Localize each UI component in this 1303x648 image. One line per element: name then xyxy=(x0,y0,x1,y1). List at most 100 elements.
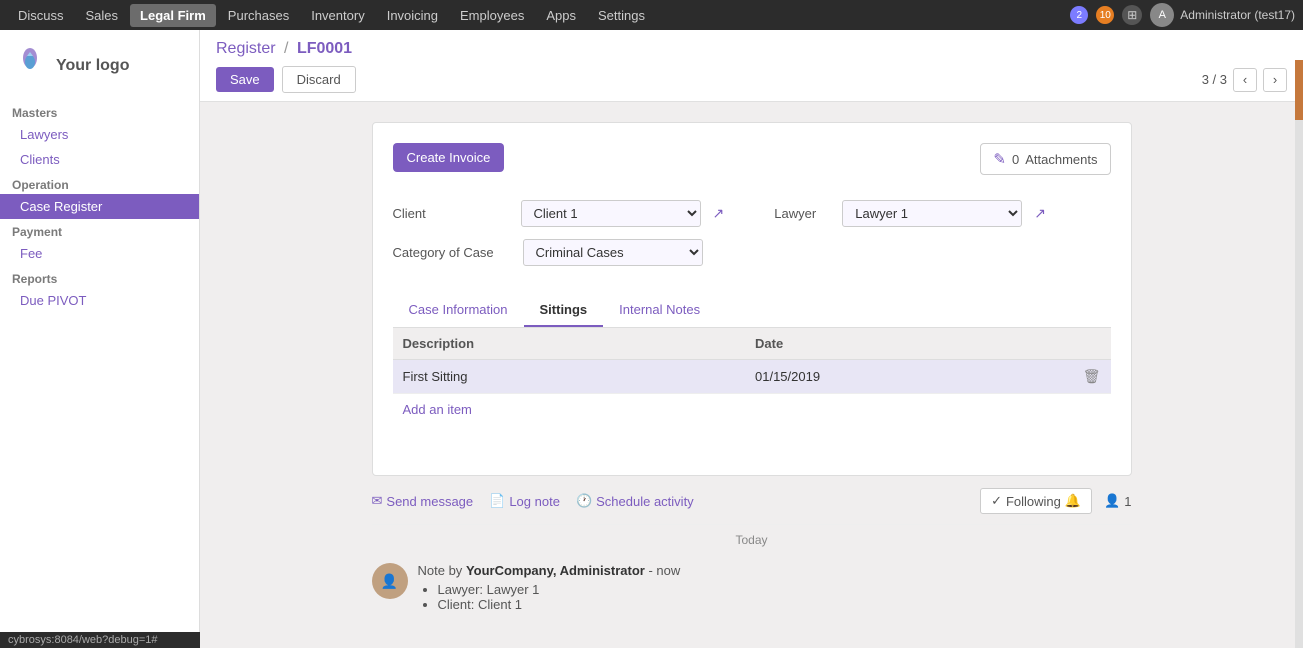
breadcrumb-current: LF0001 xyxy=(297,40,352,57)
breadcrumb-parent[interactable]: Register xyxy=(216,40,276,57)
lawyer-label: Lawyer xyxy=(774,206,834,221)
tab-internal-notes[interactable]: Internal Notes xyxy=(603,294,716,327)
nav-item-inventory[interactable]: Inventory xyxy=(301,4,374,27)
log-note-icon: 📄 xyxy=(489,493,505,509)
sittings-table: Description Date First Sitting 01/15/201… xyxy=(393,328,1111,394)
nav-right: 2 10 ⊞ A Administrator (test17) xyxy=(1070,3,1295,27)
tab-case-information[interactable]: Case Information xyxy=(393,294,524,327)
save-button[interactable]: Save xyxy=(216,67,274,92)
sidebar: Your logo Masters Lawyers Clients Operat… xyxy=(0,30,200,648)
note-bullets: Lawyer: Lawyer 1 Client: Client 1 xyxy=(438,582,681,612)
note-by-text: Note by xyxy=(418,563,463,578)
lawyer-select[interactable]: Lawyer 1 xyxy=(842,200,1022,227)
scrollbar-thumb[interactable] xyxy=(1295,60,1303,120)
pagination-text: 3 / 3 xyxy=(1202,72,1227,87)
attachments-label: Attachments xyxy=(1025,152,1097,167)
chatter-right: ✓ Following 🔔 👤 1 xyxy=(980,488,1131,514)
form-card: Create Invoice ✎ 0 Attachments Client Cl… xyxy=(372,122,1132,476)
pagination: 3 / 3 ‹ › xyxy=(1202,68,1287,92)
bell-icon: 🔔 xyxy=(1065,493,1081,509)
note-avatar: 👤 xyxy=(372,563,408,599)
sidebar-item-case-register[interactable]: Case Register xyxy=(0,194,199,219)
section-masters: Masters xyxy=(0,100,199,122)
nav-item-discuss[interactable]: Discuss xyxy=(8,4,74,27)
toolbar: Save Discard 3 / 3 ‹ › xyxy=(216,66,1287,101)
section-operation: Operation xyxy=(0,172,199,194)
attachments-button[interactable]: ✎ 0 Attachments xyxy=(980,143,1110,175)
checkmark-icon: ✓ xyxy=(991,493,1002,509)
col-actions xyxy=(1073,328,1111,360)
create-invoice-button[interactable]: Create Invoice xyxy=(393,143,505,172)
lawyer-field-group: Lawyer Lawyer 1 ↗ xyxy=(754,200,1046,227)
activity-badge[interactable]: 10 xyxy=(1096,6,1114,24)
tab-sittings[interactable]: Sittings xyxy=(524,294,604,327)
nav-item-legal-firm[interactable]: Legal Firm xyxy=(130,4,216,27)
user-menu[interactable]: A Administrator (test17) xyxy=(1150,3,1295,27)
sidebar-item-lawyers[interactable]: Lawyers xyxy=(0,122,199,147)
send-message-icon: ✉ xyxy=(372,493,383,509)
nav-item-settings[interactable]: Settings xyxy=(588,4,655,27)
grid-icon[interactable]: ⊞ xyxy=(1122,5,1142,25)
client-select[interactable]: Client 1 xyxy=(521,200,701,227)
sidebar-item-due-pivot[interactable]: Due PIVOT xyxy=(0,288,199,313)
next-page-button[interactable]: › xyxy=(1263,68,1287,92)
client-external-link-icon[interactable]: ↗ xyxy=(713,205,725,222)
log-note-button[interactable]: 📄 Log note xyxy=(489,493,560,509)
client-field-group: Client Client 1 ↗ xyxy=(393,200,725,227)
form-tabs: Case Information Sittings Internal Notes xyxy=(393,294,1111,328)
col-date: Date xyxy=(745,328,1073,360)
form-fields: Client Client 1 ↗ Lawyer Lawyer 1 ↗ xyxy=(393,200,1111,278)
lawyer-external-link-icon[interactable]: ↗ xyxy=(1034,205,1046,222)
user-name: Administrator (test17) xyxy=(1180,8,1295,22)
chatter-today-divider: Today xyxy=(372,524,1132,555)
content-header: Register / LF0001 Save Discard 3 / 3 ‹ › xyxy=(200,30,1303,102)
section-reports: Reports xyxy=(0,266,199,288)
nav-item-sales[interactable]: Sales xyxy=(76,4,129,27)
sidebar-item-fee[interactable]: Fee xyxy=(0,241,199,266)
discuss-badge[interactable]: 2 xyxy=(1070,6,1088,24)
top-nav: Discuss Sales Legal Firm Purchases Inven… xyxy=(0,0,1303,30)
chatter-area: ✉ Send message 📄 Log note 🕐 Schedule act… xyxy=(372,488,1132,612)
note-content: Note by YourCompany, Administrator - now… xyxy=(418,563,681,612)
logo-text: Your logo xyxy=(56,57,129,75)
section-payment: Payment xyxy=(0,219,199,241)
sitting-description: First Sitting xyxy=(393,360,746,394)
nav-item-purchases[interactable]: Purchases xyxy=(218,4,299,27)
note-time: now xyxy=(656,563,680,578)
clock-icon: 🕐 xyxy=(576,493,592,509)
category-select[interactable]: Criminal Cases xyxy=(523,239,703,266)
scrollbar[interactable] xyxy=(1295,60,1303,648)
col-description: Description xyxy=(393,328,746,360)
category-label: Category of Case xyxy=(393,245,513,260)
send-message-button[interactable]: ✉ Send message xyxy=(372,493,474,509)
follower-number: 1 xyxy=(1124,494,1131,509)
form-footer-space xyxy=(393,425,1111,455)
prev-page-button[interactable]: ‹ xyxy=(1233,68,1257,92)
add-item-link[interactable]: Add an item xyxy=(393,394,1111,425)
table-row: First Sitting 01/15/2019 🗑 xyxy=(393,360,1111,394)
schedule-activity-label: Schedule activity xyxy=(596,494,694,509)
sidebar-item-clients[interactable]: Clients xyxy=(0,147,199,172)
url-bar: cybrosys:8084/web?debug=1# xyxy=(0,632,200,648)
logo-area[interactable]: Your logo xyxy=(0,40,199,100)
delete-sitting-button[interactable]: 🗑 xyxy=(1083,368,1101,384)
client-label: Client xyxy=(393,206,513,221)
log-note-label: Log note xyxy=(509,494,560,509)
user-avatar: A xyxy=(1150,3,1174,27)
attachments-count: 0 xyxy=(1012,152,1019,167)
content-area: Register / LF0001 Save Discard 3 / 3 ‹ ›… xyxy=(200,30,1303,648)
form-area: Create Invoice ✎ 0 Attachments Client Cl… xyxy=(200,102,1303,648)
schedule-activity-button[interactable]: 🕐 Schedule activity xyxy=(576,493,694,509)
category-row: Category of Case Criminal Cases xyxy=(393,239,1111,266)
following-button[interactable]: ✓ Following 🔔 xyxy=(980,488,1092,514)
breadcrumb-separator: / xyxy=(284,40,288,57)
chatter-note: 👤 Note by YourCompany, Administrator - n… xyxy=(372,563,1132,612)
nav-item-invoicing[interactable]: Invoicing xyxy=(377,4,448,27)
note-bullet-2: Client: Client 1 xyxy=(438,597,681,612)
nav-item-employees[interactable]: Employees xyxy=(450,4,534,27)
chatter-actions: ✉ Send message 📄 Log note 🕐 Schedule act… xyxy=(372,488,1132,524)
discard-button[interactable]: Discard xyxy=(282,66,356,93)
logo-icon xyxy=(12,48,48,84)
note-author: YourCompany, Administrator xyxy=(466,563,645,578)
nav-item-apps[interactable]: Apps xyxy=(536,4,586,27)
